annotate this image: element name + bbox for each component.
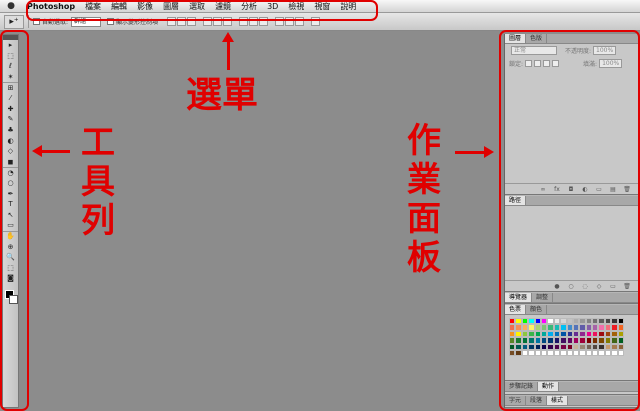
toolbar-highlight-box xyxy=(0,30,29,411)
menu-highlight-box xyxy=(26,0,378,21)
toolbar-arrow-shaft xyxy=(40,150,70,153)
panels-highlight-box xyxy=(499,30,640,411)
panels-arrow-head xyxy=(484,146,494,158)
toolbar-arrow-head xyxy=(32,145,42,157)
panels-arrow-shaft xyxy=(455,151,485,154)
apple-icon[interactable]: ● xyxy=(0,1,22,11)
move-tool-preset[interactable]: ▸⁺ xyxy=(4,14,24,29)
menu-arrow-head xyxy=(222,32,234,42)
panels-annotation: 作 業 面 板 xyxy=(407,121,441,278)
toolbar-annotation: 工 具 列 xyxy=(81,123,115,241)
menu-arrow-shaft xyxy=(227,40,230,70)
menu-annotation: 選單 xyxy=(186,75,259,116)
